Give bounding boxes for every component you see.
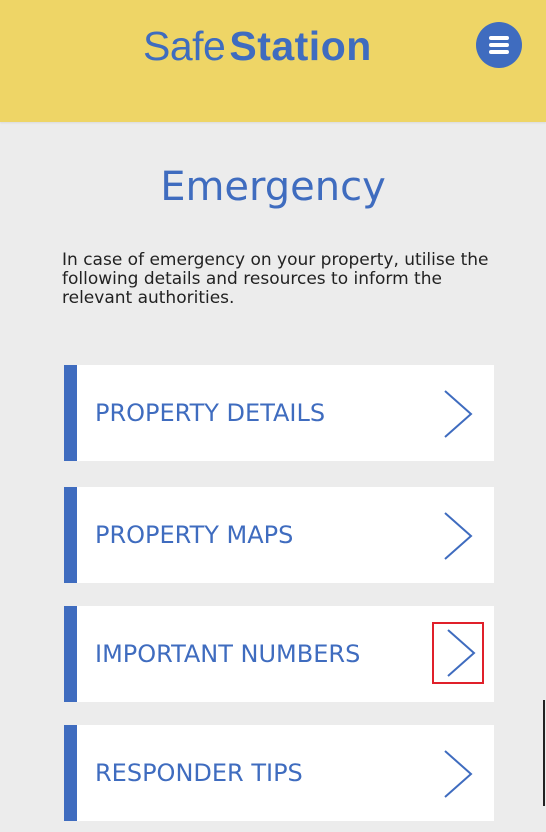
nav-item-label: IMPORTANT NUMBERS [95,640,361,668]
nav-important-numbers-button[interactable]: IMPORTANT NUMBERS [64,606,494,702]
logo-text-station: Station [229,23,372,69]
chevron-right-icon[interactable] [439,389,475,439]
page-title: Emergency [160,164,386,210]
card-accent-bar [64,365,77,461]
menu-line [489,43,509,47]
scrollbar-edge [543,700,545,806]
safestation-logo: Safe Station [143,20,372,72]
nav-property-maps-button[interactable]: PROPERTY MAPS [64,487,494,583]
card-accent-bar [64,606,77,702]
app-header: Safe Station [0,0,546,122]
nav-responder-tips-button[interactable]: RESPONDER TIPS [64,725,494,821]
menu-line [489,36,509,40]
hamburger-menu-icon[interactable] [476,22,522,68]
nav-property-details-button[interactable]: PROPERTY DETAILS [64,365,494,461]
intro-text: In case of emergency on your property, u… [62,250,489,308]
nav-item-label: PROPERTY DETAILS [95,399,326,427]
chevron-right-icon[interactable] [439,511,475,561]
nav-item-label: RESPONDER TIPS [95,759,303,787]
card-accent-bar [64,487,77,583]
nav-item-label: PROPERTY MAPS [95,521,294,549]
chevron-right-icon[interactable] [432,622,484,684]
card-accent-bar [64,725,77,821]
logo-text-safe: Safe [143,23,226,69]
menu-line [489,50,509,54]
chevron-right-icon[interactable] [439,749,475,799]
